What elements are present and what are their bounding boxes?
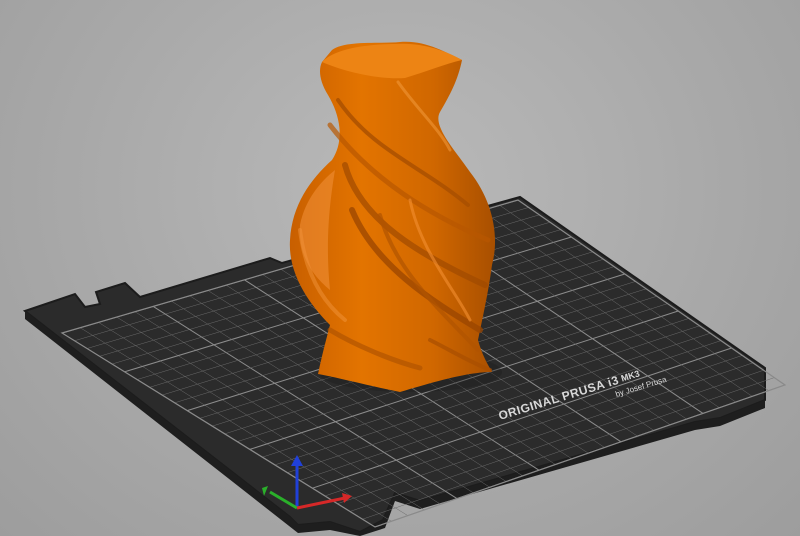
3d-viewport[interactable]: ORIGINAL PRUSA i3 MK3 by Josef Prusa: [0, 0, 800, 536]
